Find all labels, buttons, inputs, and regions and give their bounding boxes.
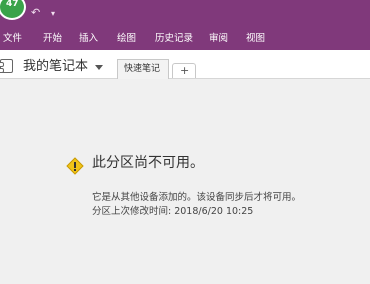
section-tab-label: 快速笔记: [124, 64, 161, 74]
customize-qat-icon[interactable]: ▾: [51, 8, 55, 20]
plus-icon: +: [180, 64, 190, 77]
tab-file[interactable]: 文件: [3, 33, 22, 45]
notebook-name[interactable]: 我的笔记本: [23, 59, 88, 75]
content-divider: [0, 78, 370, 79]
message-title: 此分区尚不可用。: [92, 155, 204, 171]
section-tab-quick-notes[interactable]: 快速笔记: [117, 59, 169, 79]
tab-draw[interactable]: 绘图: [117, 33, 136, 45]
undo-icon[interactable]: ↶: [31, 7, 40, 19]
tab-insert[interactable]: 插入: [79, 33, 98, 45]
notebook-icon[interactable]: [0, 59, 13, 73]
message-detail: 它是从其他设备添加的。该设备同步后才将可用。: [92, 192, 302, 203]
tab-view[interactable]: 视图: [246, 33, 265, 45]
warning-icon: [66, 157, 84, 175]
tab-review[interactable]: 审阅: [209, 33, 228, 45]
chevron-down-icon[interactable]: [95, 65, 103, 70]
ribbon-tabs: 文件 开始 插入 绘图 历史记录 审阅 视图: [0, 28, 370, 50]
add-section-button[interactable]: +: [172, 63, 196, 78]
tab-home[interactable]: 开始: [43, 33, 62, 45]
notification-badge[interactable]: 47: [0, 0, 26, 20]
notification-count: 47: [6, 0, 19, 9]
tab-history[interactable]: 历史记录: [155, 33, 193, 45]
title-bar: 47 ↶ ▾: [0, 0, 370, 28]
message-modified-time: 分区上次修改时间: 2018/6/20 10:25: [92, 206, 254, 217]
